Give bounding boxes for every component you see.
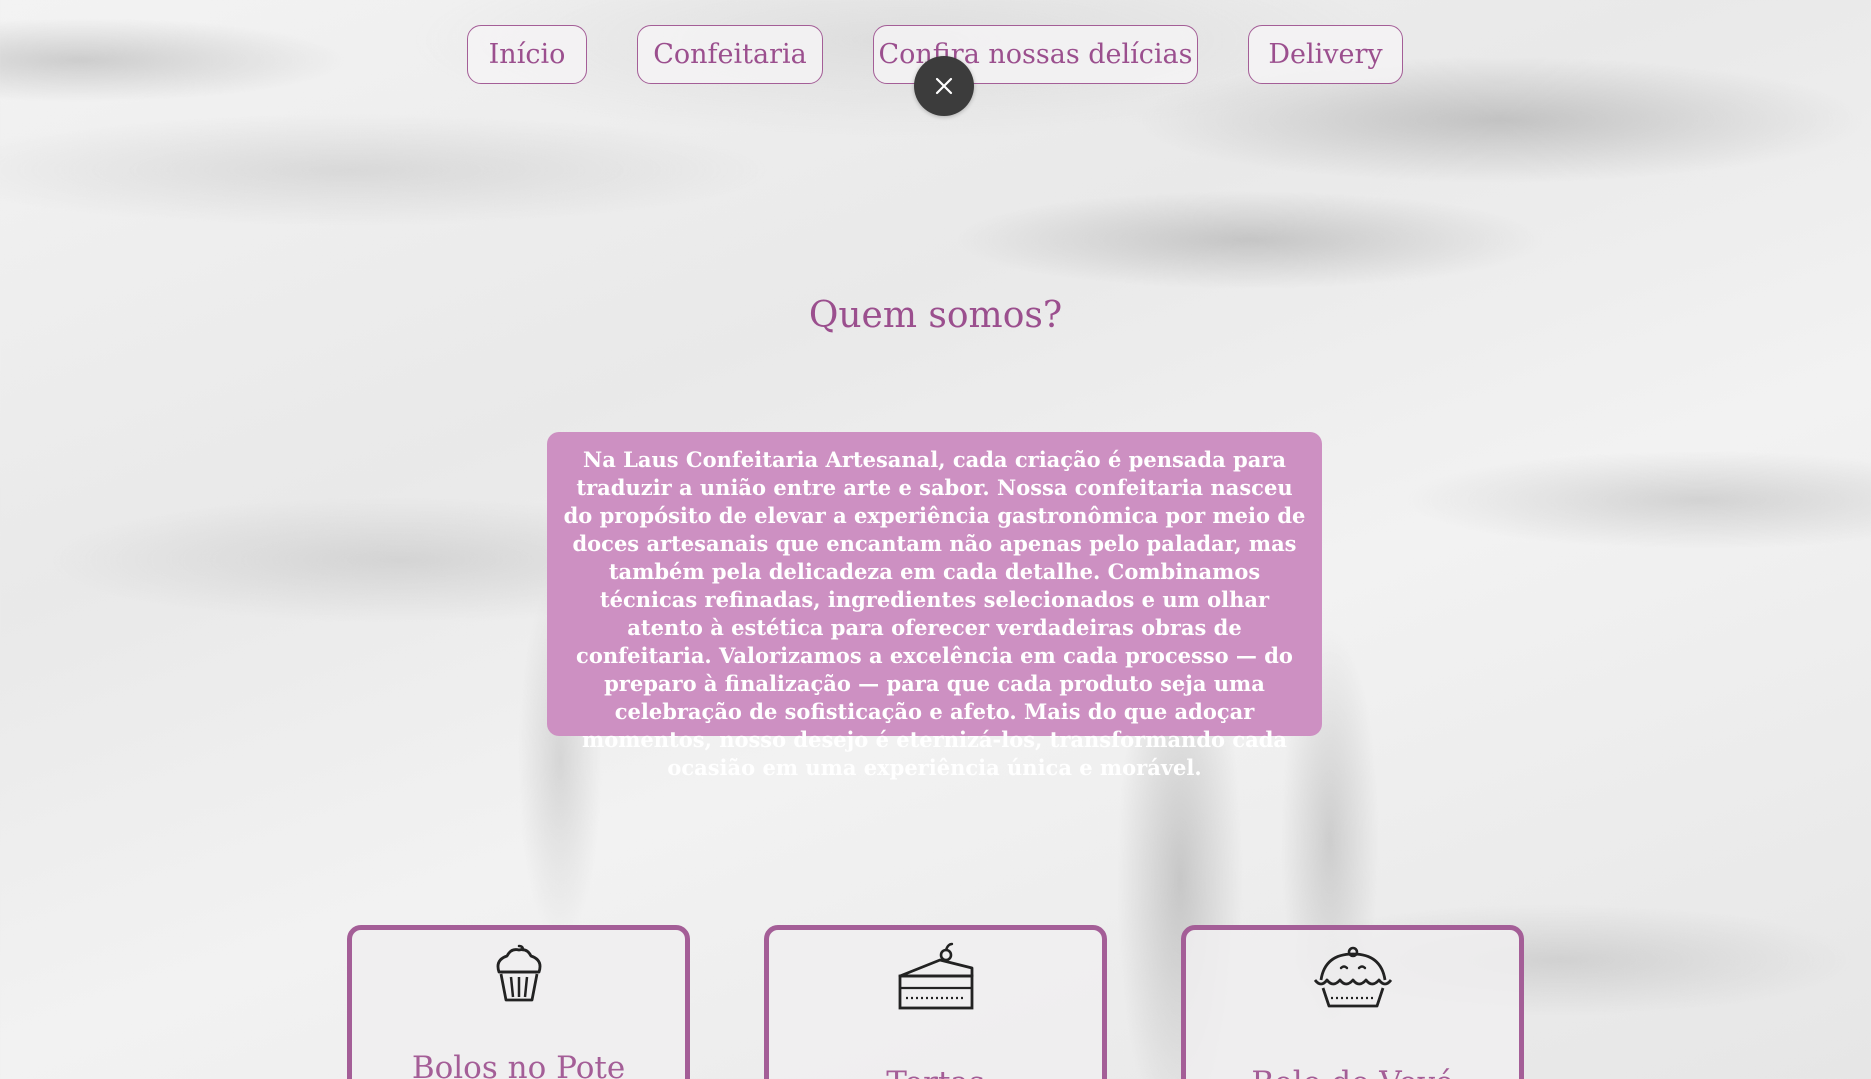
card-title: Bolo de Vovó [1186,1065,1519,1079]
card-title: Bolos no Pote [411,1050,626,1079]
about-title: Quem somos? [808,295,1063,336]
nav-delivery-button[interactable]: Delivery [1248,25,1403,84]
cupcake-icon [496,944,541,1002]
about-text: Na Laus Confeitaria Artesanal, cada cria… [563,447,1306,780]
product-card-bolos-no-pote[interactable]: Bolos no Pote [347,925,690,1079]
product-card-tortas[interactable]: Tortas [764,925,1107,1079]
about-text-box: Na Laus Confeitaria Artesanal, cada cria… [547,432,1322,780]
cake-slice-icon [898,942,973,1010]
nav-confeitaria-button[interactable]: Confeitaria [637,25,823,84]
close-icon [935,77,953,95]
pie-icon [1313,946,1392,1008]
nav-inicio-button[interactable]: Início [467,25,587,84]
product-card-bolo-de-vovo[interactable]: Bolo de Vovó [1181,925,1524,1079]
card-title: Tortas [769,1065,1102,1079]
close-button[interactable] [914,56,974,116]
